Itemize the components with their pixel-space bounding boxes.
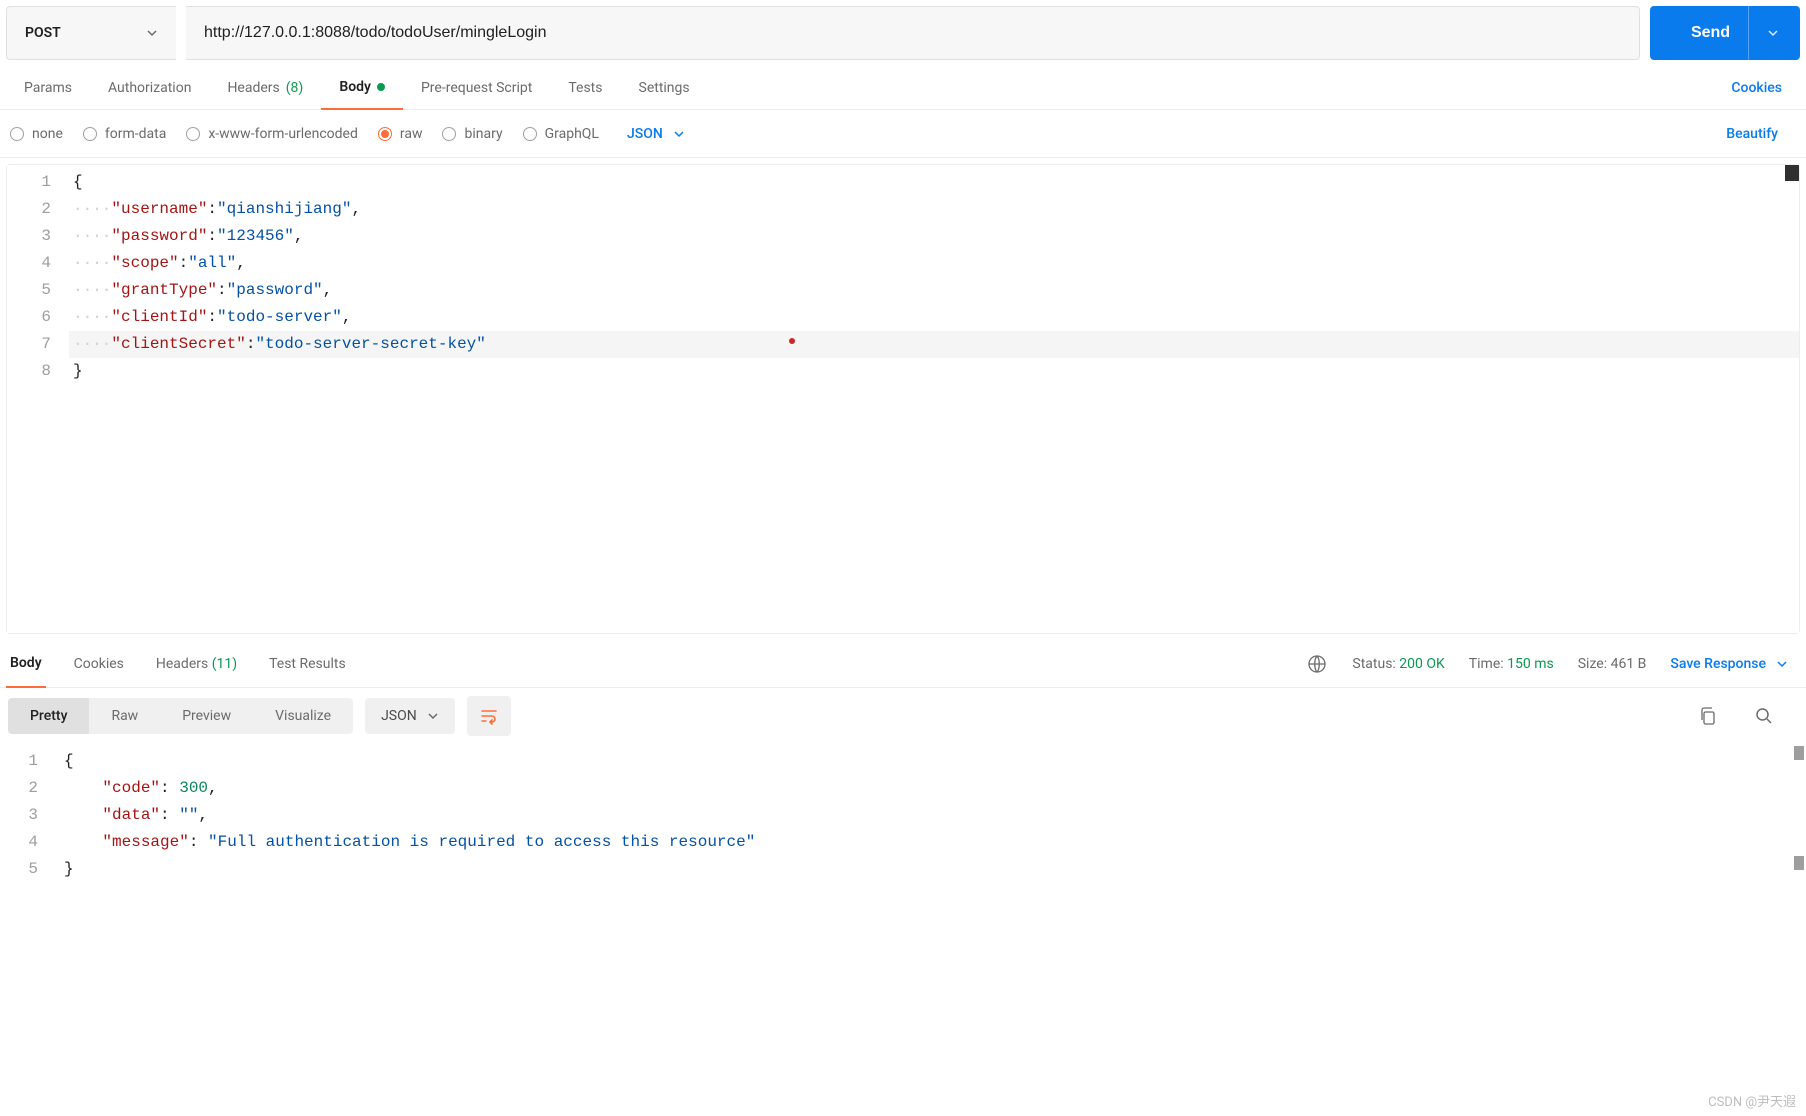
search-button[interactable] (1750, 702, 1778, 730)
radio-graphql[interactable]: GraphQL (523, 126, 599, 142)
chevron-down-icon (1776, 658, 1788, 670)
view-tabs: Pretty Raw Preview Visualize (8, 698, 353, 734)
chevron-down-icon[interactable] (1748, 6, 1779, 60)
request-topbar: POST Send (0, 0, 1806, 66)
status-meta: Status: 200 OK (1352, 656, 1444, 672)
search-icon (1754, 706, 1774, 726)
view-tab-pretty[interactable]: Pretty (8, 698, 89, 734)
send-button[interactable]: Send (1650, 6, 1800, 60)
wrap-toggle-button[interactable] (467, 696, 511, 736)
response-header-row: Body Cookies Headers (11) Test Results S… (0, 640, 1806, 688)
headers-count: (8) (286, 80, 304, 96)
view-tab-visualize[interactable]: Visualize (253, 698, 353, 734)
body-dirty-indicator (377, 83, 385, 91)
resp-tab-body[interactable]: Body (6, 640, 46, 688)
cookies-link[interactable]: Cookies (1713, 80, 1800, 96)
resp-tab-headers[interactable]: Headers (11) (152, 640, 241, 688)
tab-tests[interactable]: Tests (550, 66, 620, 110)
view-tab-raw[interactable]: Raw (89, 698, 160, 734)
resp-line-gutter: 1 2 3 4 5 (0, 744, 56, 887)
method-select[interactable]: POST (6, 6, 176, 60)
scroll-thumb[interactable] (1794, 856, 1804, 870)
beautify-link[interactable]: Beautify (1708, 126, 1796, 142)
response-toolbar: Pretty Raw Preview Visualize JSON (0, 688, 1806, 744)
tab-settings[interactable]: Settings (621, 66, 708, 110)
url-input[interactable] (186, 6, 1640, 60)
method-value: POST (25, 25, 61, 41)
send-label: Send (1691, 24, 1730, 42)
watermark: CSDN @尹天遐 (1708, 1091, 1796, 1110)
save-response-button[interactable]: Save Response (1670, 656, 1800, 672)
tab-prerequest[interactable]: Pre-request Script (403, 66, 550, 110)
globe-icon[interactable] (1306, 653, 1328, 675)
line-gutter: 1 2 3 4 5 6 7 8 (7, 165, 69, 633)
tab-params[interactable]: Params (6, 66, 90, 110)
error-marker (789, 338, 795, 344)
resp-headers-count: (11) (212, 656, 237, 672)
chevron-down-icon (427, 710, 439, 722)
body-type-row: none form-data x-www-form-urlencoded raw… (0, 110, 1806, 158)
content-type-select[interactable]: JSON (627, 126, 685, 142)
radio-raw[interactable]: raw (378, 126, 423, 142)
time-meta: Time: 150 ms (1469, 656, 1554, 672)
chevron-down-icon (673, 128, 685, 140)
tab-headers[interactable]: Headers (8) (209, 66, 321, 110)
wrap-icon (479, 706, 499, 726)
resp-content-type-select[interactable]: JSON (365, 698, 455, 734)
code-area[interactable]: { ····"username":"qianshijiang", ····"pa… (69, 165, 1799, 633)
resp-tab-test-results[interactable]: Test Results (265, 640, 350, 688)
chevron-down-icon (146, 27, 158, 39)
response-body-editor[interactable]: 1 2 3 4 5 { "code": 300, "data": "", "me… (0, 744, 1806, 887)
size-meta: Size: 461 B (1578, 656, 1647, 672)
radio-urlencoded[interactable]: x-www-form-urlencoded (186, 126, 358, 142)
copy-icon (1698, 706, 1718, 726)
scroll-thumb[interactable] (1794, 746, 1804, 760)
radio-none[interactable]: none (10, 126, 63, 142)
radio-binary[interactable]: binary (442, 126, 502, 142)
request-tabs: Params Authorization Headers (8) Body Pr… (0, 66, 1806, 110)
radio-form-data[interactable]: form-data (83, 126, 166, 142)
tab-authorization[interactable]: Authorization (90, 66, 209, 110)
view-tab-preview[interactable]: Preview (160, 698, 253, 734)
resp-tab-cookies[interactable]: Cookies (70, 640, 128, 688)
resp-code-area[interactable]: { "code": 300, "data": "", "message": "F… (56, 744, 1806, 887)
copy-button[interactable] (1694, 702, 1722, 730)
tab-body[interactable]: Body (321, 66, 403, 110)
request-body-editor[interactable]: 1 2 3 4 5 6 7 8 { ····"username":"qiansh… (6, 164, 1800, 634)
